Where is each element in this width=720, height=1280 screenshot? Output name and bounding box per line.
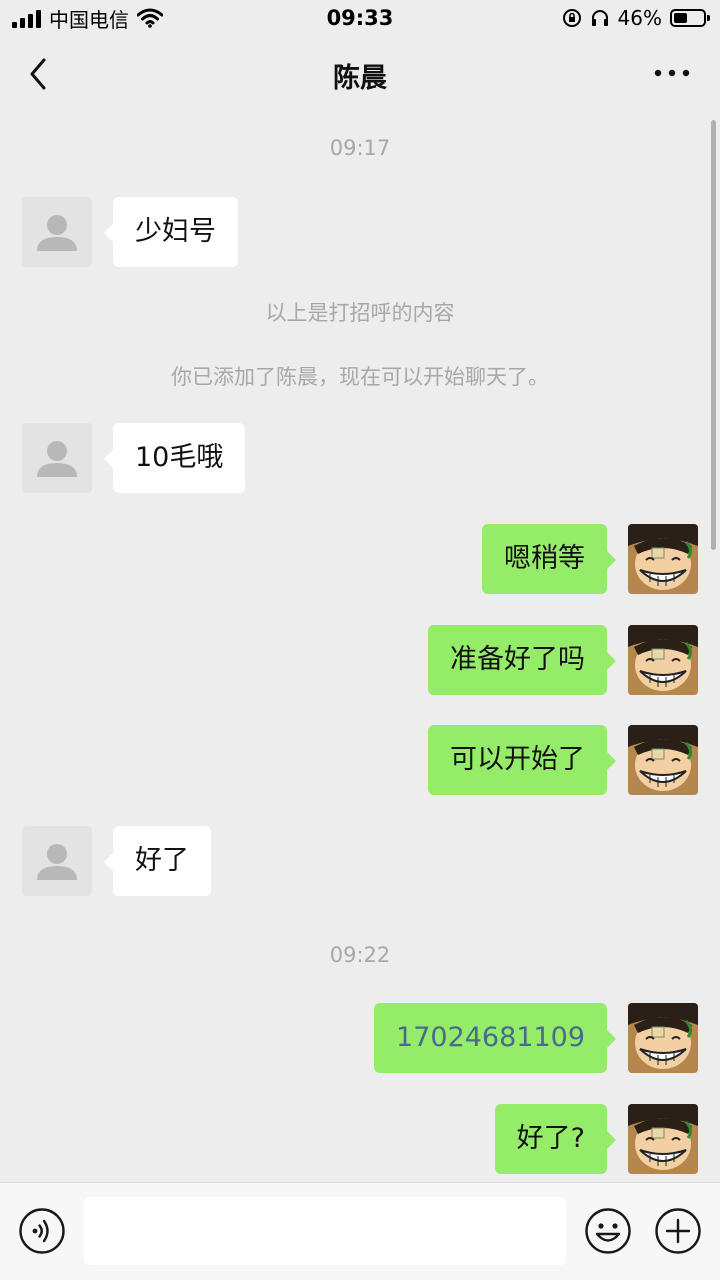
rotation-lock-icon bbox=[562, 9, 581, 27]
contact-avatar[interactable] bbox=[22, 197, 92, 267]
status-right: 46% bbox=[562, 6, 710, 30]
status-bar: 中国电信 09:33 46% bbox=[0, 0, 720, 40]
my-avatar[interactable] bbox=[628, 1003, 698, 1073]
input-bar bbox=[0, 1182, 720, 1280]
my-avatar[interactable] bbox=[628, 1104, 698, 1174]
timestamp: 09:17 bbox=[329, 136, 391, 160]
cartoon-avatar-icon bbox=[628, 725, 698, 795]
cartoon-avatar-icon bbox=[628, 524, 698, 594]
system-note: 你已添加了陈晨，现在可以开始聊天了。 bbox=[171, 365, 549, 389]
emoji-button[interactable] bbox=[584, 1207, 632, 1255]
my-avatar[interactable] bbox=[628, 625, 698, 695]
cartoon-avatar-icon bbox=[628, 625, 698, 695]
nav-bar: 陈晨 bbox=[0, 40, 720, 110]
chat-title: 陈晨 bbox=[333, 63, 387, 94]
default-avatar-icon bbox=[37, 441, 77, 477]
contact-avatar[interactable] bbox=[22, 423, 92, 493]
battery-icon bbox=[670, 9, 710, 27]
message-bubble-sent[interactable]: 17024681109 bbox=[374, 1003, 616, 1073]
cartoon-avatar-icon bbox=[628, 1003, 698, 1073]
message-bubble-received[interactable]: 好了 bbox=[104, 826, 211, 896]
voice-icon bbox=[19, 1208, 65, 1254]
timestamp: 09:22 bbox=[329, 943, 391, 967]
message-bubble-sent[interactable]: 好了? bbox=[494, 1104, 617, 1174]
battery-percent: 46% bbox=[617, 6, 662, 30]
emoji-icon bbox=[585, 1208, 631, 1254]
message-bubble-sent[interactable]: 准备好了吗 bbox=[428, 625, 616, 695]
cartoon-avatar-icon bbox=[628, 1104, 698, 1174]
system-note: 以上是打招呼的内容 bbox=[265, 301, 455, 325]
scroll-indicator bbox=[711, 120, 716, 550]
chat-screen: 中国电信 09:33 46% 陈晨 09:17 少妇号 以上是打招呼的内容 你已… bbox=[0, 0, 720, 1280]
contact-avatar[interactable] bbox=[22, 826, 92, 896]
plus-icon bbox=[655, 1208, 701, 1254]
message-bubble-received[interactable]: 少妇号 bbox=[104, 197, 238, 267]
more-dots-icon bbox=[654, 69, 690, 77]
default-avatar-icon bbox=[37, 844, 77, 880]
message-bubble-sent[interactable]: 可以开始了 bbox=[428, 725, 616, 795]
more-functions-button[interactable] bbox=[654, 1207, 702, 1255]
message-bubble-received[interactable]: 10毛哦 bbox=[103, 423, 246, 493]
my-avatar[interactable] bbox=[628, 524, 698, 594]
more-button[interactable] bbox=[650, 58, 694, 88]
phone-number-link[interactable]: 17024681109 bbox=[396, 1022, 585, 1053]
battery-fill bbox=[674, 13, 687, 23]
headphones-icon bbox=[591, 10, 608, 26]
message-bubble-sent[interactable]: 嗯稍等 bbox=[482, 524, 616, 594]
my-avatar[interactable] bbox=[628, 725, 698, 795]
default-avatar-icon bbox=[37, 215, 77, 251]
message-input[interactable] bbox=[84, 1197, 566, 1265]
voice-button[interactable] bbox=[18, 1207, 66, 1255]
chat-area[interactable]: 09:17 少妇号 以上是打招呼的内容 你已添加了陈晨，现在可以开始聊天了。 1… bbox=[0, 110, 720, 1182]
